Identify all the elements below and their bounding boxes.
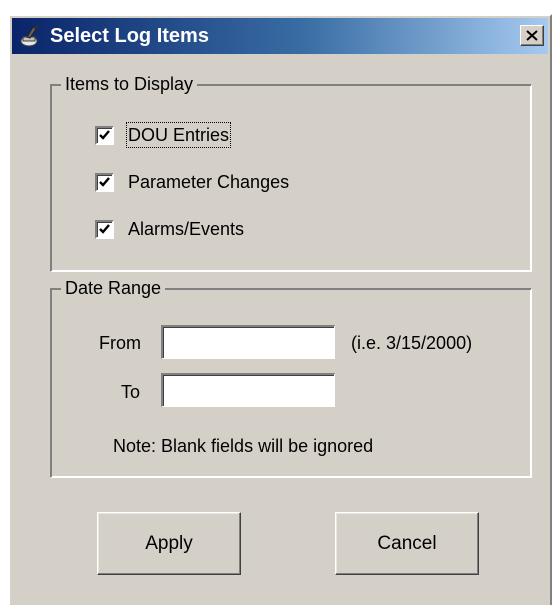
- close-button[interactable]: [520, 25, 544, 46]
- cancel-button[interactable]: Cancel: [335, 512, 479, 575]
- checkmark-icon: [99, 129, 110, 140]
- parameter-changes-option[interactable]: Parameter Changes: [95, 169, 289, 195]
- title-bar[interactable]: Select Log Items: [12, 18, 548, 54]
- blank-fields-note: Note: Blank fields will be ignored: [113, 436, 374, 456]
- items-to-display-group: Items to Display DOU Entries Parameter C…: [50, 73, 532, 272]
- dou-entries-checkbox[interactable]: [95, 125, 114, 145]
- dou-entries-option[interactable]: DOU Entries: [95, 122, 232, 148]
- parameter-changes-label: Parameter Changes: [128, 172, 290, 192]
- to-label: To: [121, 382, 141, 402]
- date-range-legend: Date Range: [61, 277, 166, 299]
- to-date-input[interactable]: [161, 373, 335, 407]
- from-label: From: [99, 333, 141, 353]
- window-title: Select Log Items: [50, 25, 209, 47]
- date-range-group: Date Range From (i.e. 3/15/2000) To Note…: [50, 277, 532, 478]
- dou-entries-label: DOU Entries: [125, 122, 232, 148]
- parameter-changes-checkbox[interactable]: [95, 172, 114, 192]
- alarms-events-checkbox[interactable]: [95, 219, 114, 239]
- log-items-icon: [19, 24, 43, 48]
- alarms-events-option[interactable]: Alarms/Events: [95, 216, 244, 242]
- alarms-events-label: Alarms/Events: [128, 219, 245, 239]
- items-to-display-legend: Items to Display: [61, 73, 198, 95]
- apply-button[interactable]: Apply: [97, 512, 241, 575]
- from-date-input[interactable]: [161, 325, 335, 359]
- close-icon: [526, 30, 538, 41]
- select-log-items-dialog: Select Log Items Items to Display DOU En…: [8, 14, 552, 605]
- checkmark-icon: [99, 176, 110, 187]
- checkmark-icon: [99, 223, 110, 234]
- date-format-hint: (i.e. 3/15/2000): [351, 333, 473, 353]
